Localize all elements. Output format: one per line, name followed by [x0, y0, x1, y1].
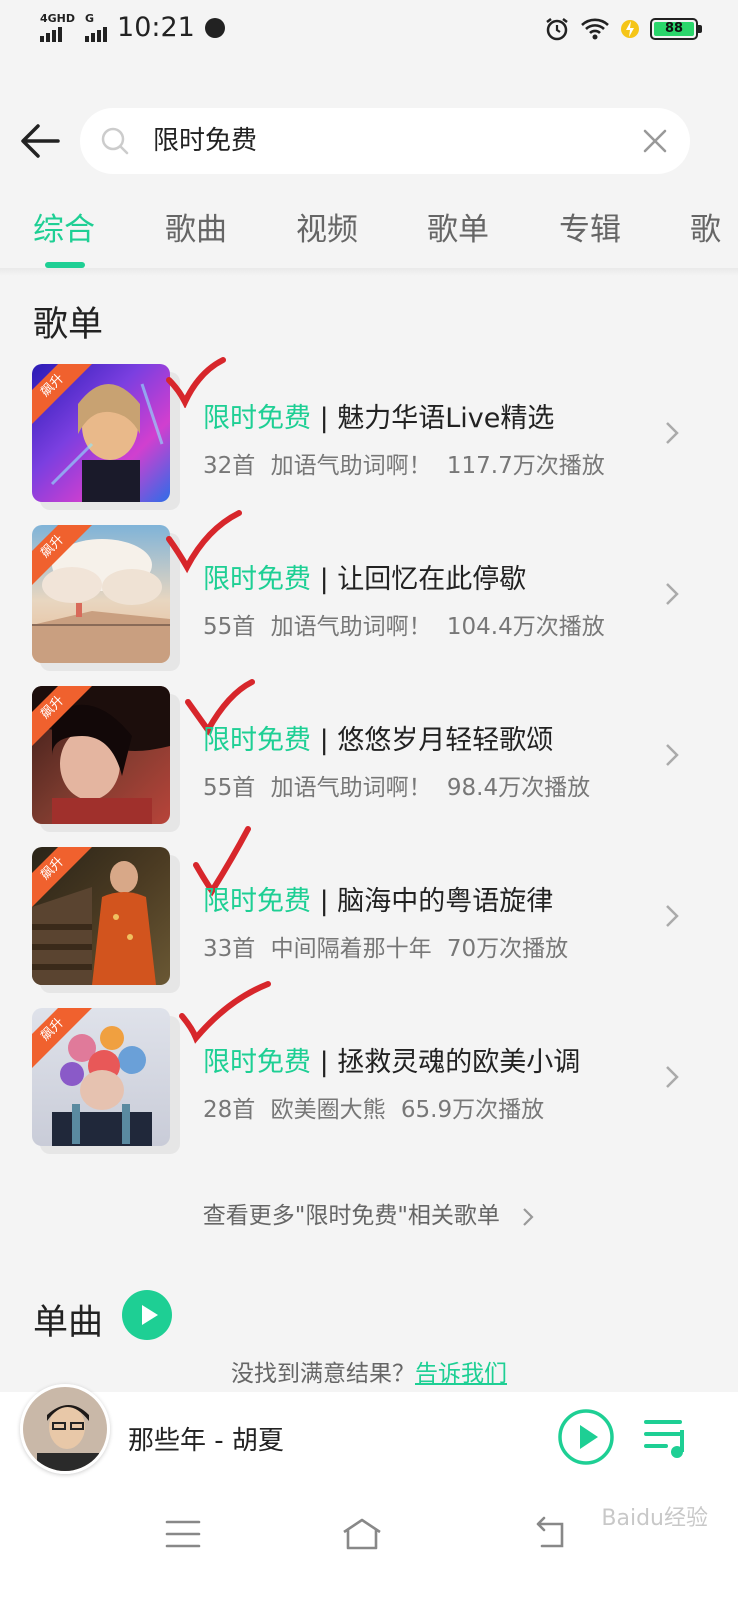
playlist-cover: 飙升	[32, 686, 170, 824]
play-button[interactable]	[557, 1408, 615, 1466]
more-playlists-link[interactable]: 查看更多"限时免费"相关歌单	[0, 1196, 738, 1230]
chevron-right-icon	[666, 744, 679, 766]
status-left: 4GHD G 10:21	[40, 12, 225, 43]
playlist-meta: 55首 加语气助词啊！ 98.4万次播放	[203, 775, 591, 801]
battery-level: 88	[654, 22, 694, 36]
clock: 10:21	[117, 12, 195, 43]
playlist-title: 限时免费 | 魅力华语Live精选	[203, 403, 555, 434]
play-icon	[142, 1305, 158, 1325]
tab-videos[interactable]: 视频	[296, 204, 358, 249]
network-type-2: G	[85, 12, 95, 25]
network-type-1: 4GHD	[40, 12, 76, 25]
playlist-cover: 飙升	[32, 1008, 170, 1146]
home-icon[interactable]	[342, 1514, 382, 1554]
feedback-row: 没找到满意结果？告诉我们	[0, 1354, 738, 1388]
chevron-right-icon	[666, 422, 679, 444]
tab-playlists[interactable]: 歌单	[427, 204, 489, 249]
watermark-logo: Baidu经验	[601, 1506, 708, 1531]
section-title-singles: 单曲	[33, 1303, 104, 1343]
section-title-playlists: 歌单	[33, 305, 104, 345]
playlist-title: 限时免费 | 悠悠岁月轻轻歌颂	[203, 725, 554, 756]
feedback-link[interactable]: 告诉我们	[415, 1361, 507, 1387]
chevron-right-icon	[666, 583, 679, 605]
playlist-item[interactable]: 飙升 限时免费 | 拯救灵魂的欧美小调 28首 欧美圈大熊 65.9万次播放	[0, 981, 738, 1168]
playlist-meta: 33首 中间隔着那十年 70万次播放	[203, 936, 569, 962]
search-input[interactable]: 限时免费	[80, 108, 690, 174]
playlist-item[interactable]: 飙升 限时免费 | 让回忆在此停歇 55首 加语气助词啊！ 104.4万次播放	[0, 510, 738, 685]
alarm-icon	[546, 18, 568, 41]
playlist-title: 限时免费 | 让回忆在此停歇	[203, 564, 527, 595]
playlist-meta: 32首 加语气助词啊！ 117.7万次播放	[203, 453, 605, 479]
playlist-title: 限时免费 | 拯救灵魂的欧美小调	[203, 1047, 581, 1078]
back-nav-icon[interactable]	[532, 1514, 572, 1554]
mini-player[interactable]	[0, 1392, 738, 1484]
chevron-right-icon	[523, 1207, 534, 1226]
playlist-title: 限时免费 | 脑海中的粤语旋律	[203, 886, 554, 917]
tab-songs[interactable]: 歌曲	[165, 204, 227, 249]
tab-singers[interactable]: 歌	[690, 204, 721, 249]
playlist-item[interactable]: 飙升 限时免费 | 脑海中的粤语旋律 33首 中间隔着那十年 70万次播放	[0, 826, 738, 1007]
more-link-text: 查看更多"限时免费"相关歌单	[202, 1203, 500, 1229]
playlist-item[interactable]: 飙升 限时免费 | 悠悠岁月轻轻歌颂 55首 加语气助词啊！ 98.4万次播放	[0, 679, 738, 846]
back-arrow-icon[interactable]	[18, 118, 64, 164]
playlist-item[interactable]: 飙升 限时免费 | 魅力华语Live精选 32首 加语气助词啊！ 117.7万次…	[0, 357, 738, 524]
battery-icon: 88	[650, 18, 702, 40]
divider	[0, 268, 738, 276]
wifi-icon	[581, 18, 609, 40]
checkmark-annotation	[179, 981, 271, 1044]
tab-albums[interactable]: 专辑	[559, 204, 621, 249]
status-right: 88	[544, 16, 702, 42]
play-all-button[interactable]	[122, 1290, 172, 1340]
signal-1: 4GHD	[40, 13, 75, 42]
playlist-cover: 飙升	[32, 525, 170, 663]
playlist-cover: 飙升	[32, 364, 170, 502]
tab-comprehensive[interactable]: 综合	[33, 204, 95, 249]
playlist-meta: 55首 加语气助词啊！ 104.4万次播放	[203, 614, 605, 640]
globe-icon	[204, 17, 225, 38]
playlist-icon[interactable]	[644, 1416, 690, 1460]
clear-icon[interactable]	[642, 128, 668, 154]
search-tabs: 综合 歌曲 视频 歌单 专辑 歌	[0, 196, 738, 268]
signal-bars-icon	[85, 26, 108, 42]
now-playing-cover[interactable]	[20, 1384, 110, 1474]
now-playing-title: 那些年 - 胡夏	[128, 1426, 284, 1456]
chevron-right-icon	[666, 905, 679, 927]
signal-2: G	[85, 12, 108, 42]
menu-icon[interactable]	[163, 1514, 203, 1554]
search-query: 限时免费	[153, 126, 258, 156]
feedback-prompt: 没找到满意结果？	[231, 1361, 415, 1387]
playlist-meta: 28首 欧美圈大熊 65.9万次播放	[203, 1097, 545, 1123]
charging-icon	[621, 20, 639, 38]
signal-bars-icon	[40, 26, 75, 42]
status-bar: 4GHD G 10:21 88	[0, 0, 738, 60]
search-icon	[101, 127, 129, 155]
playlist-cover: 飙升	[32, 847, 170, 985]
chevron-right-icon	[666, 1066, 679, 1088]
